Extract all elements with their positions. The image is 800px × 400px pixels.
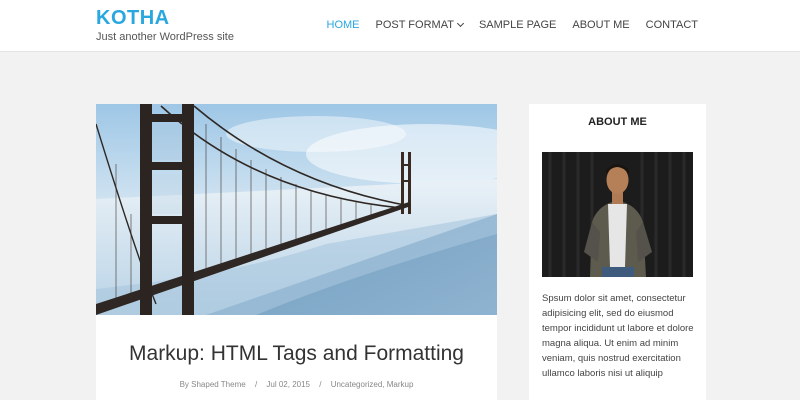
nav-item-contact[interactable]: CONTACT xyxy=(646,19,698,31)
site-header: KOTHA Just another WordPress site HOME P… xyxy=(0,0,800,52)
meta-separator: / xyxy=(254,380,258,389)
post-meta: By Shaped Theme / Jul 02, 2015 / Uncateg… xyxy=(96,380,497,389)
site-tagline: Just another WordPress site xyxy=(96,31,234,43)
nav-item-sample-page[interactable]: SAMPLE PAGE xyxy=(479,19,556,31)
post-date[interactable]: Jul 02, 2015 xyxy=(266,380,310,389)
post-author[interactable]: By Shaped Theme xyxy=(180,380,246,389)
main-nav: HOME POST FORMAT SAMPLE PAGE ABOUT ME CO… xyxy=(311,19,699,31)
post-card: Markup: HTML Tags and Formatting By Shap… xyxy=(96,104,497,400)
post-categories[interactable]: Uncategorized, Markup xyxy=(331,380,414,389)
nav-item-about-me[interactable]: ABOUT ME xyxy=(572,19,629,31)
nav-item-post-format[interactable]: POST FORMAT xyxy=(375,19,464,31)
widget-title: ABOUT ME xyxy=(588,116,647,128)
nav-item-label: ABOUT ME xyxy=(572,19,630,31)
profile-image xyxy=(542,152,693,277)
nav-item-label: POST FORMAT xyxy=(375,19,454,31)
post-title[interactable]: Markup: HTML Tags and Formatting xyxy=(96,342,497,366)
site-title[interactable]: KOTHA xyxy=(96,7,170,30)
about-me-widget: ABOUT ME Spsum dolor sit amet, consectet… xyxy=(529,104,706,400)
nav-item-label: CONTACT xyxy=(645,19,698,31)
nav-item-label: HOME xyxy=(326,19,360,31)
nav-item-label: SAMPLE PAGE xyxy=(478,19,557,31)
about-me-text: Spsum dolor sit amet, consectetur adipis… xyxy=(542,293,694,379)
profile-photo xyxy=(542,152,693,277)
nav-item-home[interactable]: HOME xyxy=(327,19,360,31)
meta-separator: / xyxy=(319,380,322,389)
post-featured-image[interactable] xyxy=(96,104,497,315)
bridge-image xyxy=(96,104,497,315)
chevron-down-icon xyxy=(456,19,464,28)
